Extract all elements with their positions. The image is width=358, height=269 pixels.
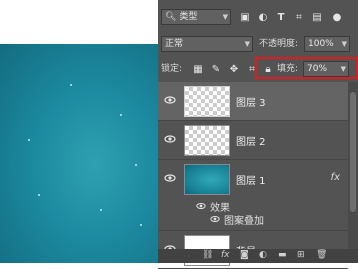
opacity-label: 不透明度: xyxy=(259,39,299,49)
chevron-down-icon: ▼ xyxy=(244,40,250,48)
new-layer-icon[interactable]: ⊞ xyxy=(297,250,305,260)
sparkle xyxy=(70,84,72,86)
eye-icon[interactable] xyxy=(196,201,206,211)
pattern-overlay-effect[interactable]: 图案叠加 xyxy=(224,212,264,227)
fx-badge[interactable]: fx xyxy=(331,172,340,183)
adjustment-icon[interactable]: ◐ xyxy=(259,250,267,260)
layer-row-layer1[interactable]: 图层 1 fx xyxy=(158,160,348,199)
layer-row-layer3[interactable]: 图层 3 xyxy=(158,82,348,121)
search-icon: 🔍︎ xyxy=(165,12,177,22)
eye-icon[interactable] xyxy=(164,172,176,184)
layers-bottom-toolbar: ⛓ fx ◙ ◐ ▬ ⊞ 🗑︎ xyxy=(158,249,358,263)
layer-name: 图层 2 xyxy=(236,137,266,148)
blend-mode-dropdown[interactable]: 正常 ▼ xyxy=(161,36,253,52)
opacity-field[interactable]: 100% ▼ xyxy=(304,36,350,52)
sparkle xyxy=(38,194,40,196)
trash-icon[interactable]: 🗑︎ xyxy=(316,250,327,260)
eye-icon[interactable] xyxy=(210,214,220,224)
pixel-filter-icon[interactable]: ● xyxy=(330,10,344,24)
image-filter-icon[interactable]: ▣ xyxy=(238,10,252,24)
lock-label: 锁定: xyxy=(161,64,183,74)
filter-kind-dropdown[interactable]: 🔍︎ 类型 ▼ xyxy=(161,9,231,25)
adjustment-filter-icon[interactable]: ◐ xyxy=(256,10,270,24)
sparkle xyxy=(140,224,142,226)
layer-thumbnail xyxy=(184,164,230,195)
add-style-button[interactable]: fx xyxy=(221,250,230,260)
eye-icon[interactable] xyxy=(164,94,176,106)
fill-highlight-box xyxy=(255,57,358,79)
sparkle xyxy=(28,139,30,141)
scrollbar-thumb[interactable] xyxy=(350,92,356,212)
lock-transparent-icon[interactable]: ▦ xyxy=(191,62,205,76)
layer-thumbnail xyxy=(184,125,230,156)
layers-list: 图层 3 图层 2 图层 1 fx 效果 图案叠加 背景 xyxy=(158,82,348,269)
layer-name: 图层 1 xyxy=(236,176,266,187)
chevron-down-icon: ▼ xyxy=(222,13,228,21)
layer-thumbnail xyxy=(184,86,230,117)
type-filter-icon[interactable]: T xyxy=(274,10,288,24)
document-canvas[interactable] xyxy=(0,44,158,263)
lock-pixels-icon[interactable]: ✎ xyxy=(209,62,223,76)
folder-icon[interactable]: ▬ xyxy=(278,250,287,260)
sparkle xyxy=(120,114,122,116)
sparkle xyxy=(135,164,137,166)
chevron-down-icon: ▼ xyxy=(341,40,347,48)
lock-position-icon[interactable]: ✥ xyxy=(227,62,241,76)
smart-object-filter-icon[interactable]: ▤ xyxy=(310,10,324,24)
link-icon[interactable]: ⛓ xyxy=(202,250,213,260)
layer-name: 图层 3 xyxy=(236,98,266,109)
filter-kind-label: 类型 xyxy=(179,12,198,22)
blend-bar: 正常 ▼ 不透明度: 100% ▼ xyxy=(158,32,358,56)
shape-filter-icon[interactable]: ⌗ xyxy=(292,10,306,24)
eye-icon[interactable] xyxy=(164,133,176,145)
blend-mode-value: 正常 xyxy=(165,39,184,49)
mask-icon[interactable]: ◙ xyxy=(240,250,249,260)
filter-bar: 🔍︎ 类型 ▼ ▣ ◐ T ⌗ ▤ ● xyxy=(158,5,358,29)
layers-panel: 🔍︎ 类型 ▼ ▣ ◐ T ⌗ ▤ ● 正常 ▼ 不透明度: 100% ▼ 锁定… xyxy=(158,0,358,269)
layers-scrollbar[interactable] xyxy=(348,82,358,255)
layer-row-layer2[interactable]: 图层 2 xyxy=(158,121,348,160)
sparkle xyxy=(100,209,102,211)
opacity-value: 100% xyxy=(308,39,334,49)
